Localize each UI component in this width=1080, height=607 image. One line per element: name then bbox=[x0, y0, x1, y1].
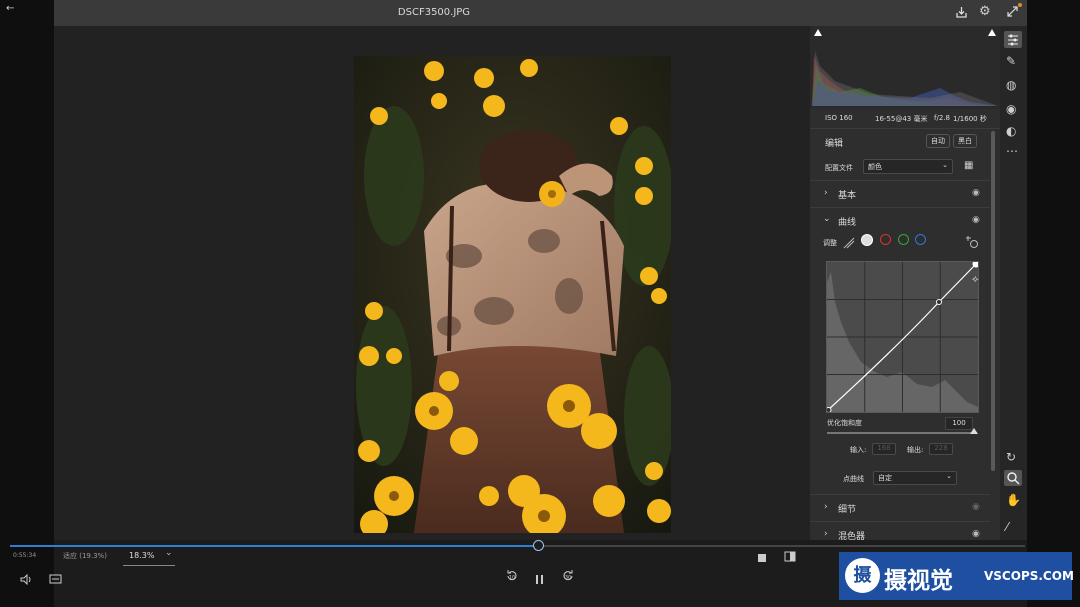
left-letterbox: ← bbox=[0, 0, 54, 607]
presets-icon[interactable]: ◐ bbox=[1006, 124, 1016, 138]
eye-icon[interactable]: ◉ bbox=[972, 215, 980, 225]
exif-lens: 16-55@43 毫米 bbox=[875, 115, 928, 123]
chevron-down-icon: ⌄ bbox=[823, 214, 831, 224]
section-detail[interactable]: › 细节 ◉ bbox=[810, 494, 990, 521]
panel-scrollbar[interactable] bbox=[991, 131, 995, 471]
zoom-value-field[interactable]: 18.3% ⌄ bbox=[123, 548, 175, 566]
edit-heading: 编辑 bbox=[825, 139, 844, 149]
saturation-label: 优化饱和度 bbox=[827, 419, 862, 427]
section-detail-label: 细节 bbox=[838, 505, 857, 515]
playback-knob[interactable] bbox=[533, 540, 544, 551]
curve-adjust-label: 调整 bbox=[823, 239, 837, 247]
profile-value: 颜色 bbox=[868, 163, 882, 171]
settings-gear-icon[interactable]: ⚙ bbox=[979, 5, 991, 19]
eye-icon[interactable]: ◉ bbox=[972, 502, 980, 512]
section-mixer[interactable]: › 混色器 ◉ bbox=[810, 521, 990, 542]
section-curve[interactable]: ⌄ 曲线 ◉ bbox=[810, 207, 990, 234]
eye-icon[interactable]: ◉ bbox=[972, 529, 980, 539]
svg-text:10: 10 bbox=[509, 575, 515, 581]
point-curve-value: 自定 bbox=[878, 474, 892, 482]
right-letterbox bbox=[1027, 0, 1080, 607]
rewind-10-icon[interactable]: 10 bbox=[505, 568, 519, 587]
photo[interactable] bbox=[354, 56, 671, 533]
exif-iso: ISO 160 bbox=[825, 114, 853, 122]
title-bar: DSCF3500.JPG ⚙ bbox=[54, 0, 1027, 26]
redeye-icon[interactable]: ◉ bbox=[1006, 102, 1016, 116]
histogram bbox=[810, 26, 1000, 109]
compare-view-icon[interactable] bbox=[784, 547, 796, 566]
subtitles-icon[interactable] bbox=[49, 570, 62, 589]
red-channel-icon[interactable] bbox=[880, 234, 891, 245]
export-icon[interactable] bbox=[955, 6, 968, 22]
zoom-fit-option[interactable]: 适应 (19.3%) bbox=[63, 551, 107, 561]
zoom-tool-icon[interactable] bbox=[1004, 470, 1022, 486]
single-view-icon[interactable] bbox=[757, 548, 767, 562]
profile-select[interactable]: 颜色 ⌄ bbox=[863, 159, 953, 174]
target-adjust-icon[interactable] bbox=[965, 234, 979, 253]
back-arrow-icon[interactable]: ← bbox=[6, 2, 14, 16]
chevron-right-icon: › bbox=[824, 502, 828, 512]
section-basic[interactable]: › 基本 ◉ bbox=[810, 180, 990, 207]
section-curve-label: 曲线 bbox=[838, 218, 857, 228]
parametric-curve-icon[interactable] bbox=[843, 234, 855, 253]
point-curve-label: 点曲线 bbox=[843, 475, 864, 483]
watermark-logo-icon: 摄 bbox=[845, 558, 880, 593]
window-title: DSCF3500.JPG bbox=[397, 7, 471, 18]
watermark-url: VSCOPS.COM bbox=[984, 569, 1074, 583]
saturation-value-input[interactable]: 100 bbox=[945, 417, 973, 430]
chevron-right-icon: › bbox=[824, 188, 828, 198]
divider bbox=[810, 128, 1000, 129]
chevron-down-icon: ⌄ bbox=[946, 472, 952, 480]
watermark-brand: 摄视觉 bbox=[884, 568, 953, 594]
pause-icon[interactable] bbox=[535, 570, 544, 589]
update-dot bbox=[1018, 3, 1022, 7]
mask-icon[interactable]: ◍ bbox=[1006, 78, 1016, 92]
green-channel-icon[interactable] bbox=[898, 234, 909, 245]
forward-30-icon[interactable]: 30 bbox=[561, 568, 575, 587]
edit-panel: ISO 160 16-55@43 毫米 f/2.8 1/1600 秒 编辑 自动… bbox=[810, 26, 1000, 542]
bw-button[interactable]: 黑白 bbox=[953, 134, 977, 148]
resize-cursor-icon: ⟡ bbox=[972, 274, 979, 285]
blue-channel-icon[interactable] bbox=[915, 234, 926, 245]
saturation-slider-thumb[interactable] bbox=[970, 428, 978, 434]
playback-progress bbox=[10, 545, 538, 547]
output-field[interactable]: 228 bbox=[929, 443, 953, 455]
chevron-right-icon: › bbox=[824, 529, 828, 539]
curve-graph[interactable] bbox=[825, 260, 980, 413]
collapse-icon[interactable] bbox=[1006, 5, 1019, 21]
input-field[interactable]: 168 bbox=[872, 443, 896, 455]
hand-tool-icon[interactable]: ✋ bbox=[1006, 493, 1021, 507]
zoom-value: 18.3% bbox=[129, 551, 155, 560]
edit-tool-active[interactable] bbox=[1004, 31, 1022, 48]
eye-icon[interactable]: ◉ bbox=[972, 188, 980, 198]
profile-label: 配置文件 bbox=[825, 164, 853, 172]
white-channel-icon[interactable] bbox=[861, 234, 873, 246]
exif-aperture: f/2.8 bbox=[934, 114, 950, 122]
volume-icon[interactable] bbox=[20, 570, 33, 589]
timecode: 0:55:34 bbox=[13, 552, 37, 559]
auto-button[interactable]: 自动 bbox=[926, 134, 950, 148]
sampler-icon[interactable]: ⁄ bbox=[1006, 520, 1008, 534]
chevron-down-icon: ⌄ bbox=[165, 548, 173, 558]
output-label: 输出: bbox=[907, 446, 924, 454]
point-curve-select[interactable]: 自定 ⌄ bbox=[873, 471, 957, 485]
more-options-icon[interactable]: ⋯ bbox=[1006, 144, 1018, 158]
svg-text:30: 30 bbox=[565, 575, 571, 581]
rotate-icon[interactable]: ↻ bbox=[1006, 450, 1016, 464]
image-canvas[interactable] bbox=[54, 26, 810, 540]
tool-strip: ✎ ◍ ◉ ◐ ⋯ ↻ ✋ ⁄ bbox=[1000, 26, 1027, 540]
profile-browser-icon[interactable]: ▦ bbox=[964, 159, 973, 173]
saturation-slider-track[interactable] bbox=[827, 432, 977, 434]
exif-shutter: 1/1600 秒 bbox=[953, 115, 987, 123]
chevron-down-icon: ⌄ bbox=[942, 161, 948, 169]
healing-brush-icon[interactable]: ✎ bbox=[1006, 54, 1016, 68]
watermark-badge: 摄 摄视觉 VSCOPS.COM bbox=[839, 552, 1074, 600]
section-basic-label: 基本 bbox=[838, 191, 857, 201]
input-label: 输入: bbox=[850, 446, 867, 454]
